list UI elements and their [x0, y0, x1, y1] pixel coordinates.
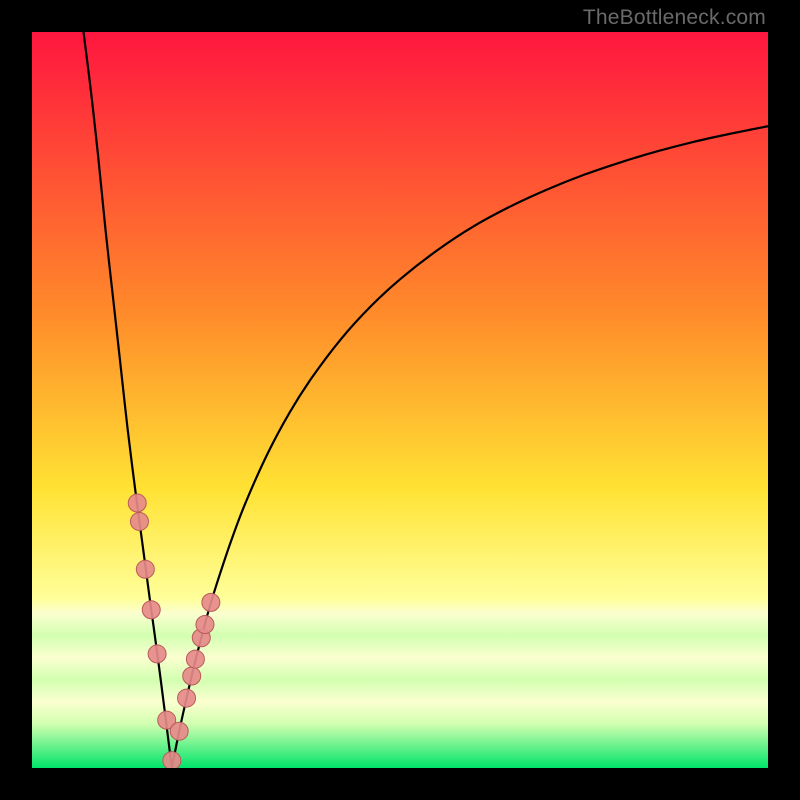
- bottleneck-chart: [32, 32, 768, 768]
- data-point-marker: [136, 560, 154, 578]
- watermark-text: TheBottleneck.com: [583, 6, 766, 30]
- gradient-background: [32, 32, 768, 768]
- plot-area: [32, 32, 768, 768]
- data-point-marker: [148, 645, 166, 663]
- data-point-marker: [202, 593, 220, 611]
- data-point-marker: [170, 722, 188, 740]
- data-point-marker: [196, 615, 214, 633]
- data-point-marker: [130, 512, 148, 530]
- data-point-marker: [128, 494, 146, 512]
- data-point-marker: [178, 689, 196, 707]
- frame-border-right: [768, 0, 800, 800]
- data-point-marker: [163, 752, 181, 768]
- data-point-marker: [183, 667, 201, 685]
- data-point-marker: [142, 601, 160, 619]
- frame-border-left: [0, 0, 32, 800]
- frame-border-bottom: [0, 768, 800, 800]
- data-point-marker: [186, 650, 204, 668]
